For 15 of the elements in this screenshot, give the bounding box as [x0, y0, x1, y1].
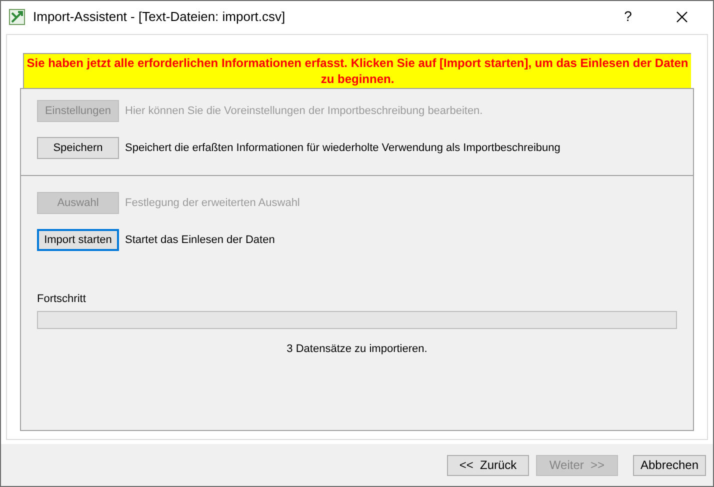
- description-text: Hier können Sie die Voreinstellungen der Importbeschreibung bearbeiten.: [125, 104, 483, 119]
- close-icon: [676, 10, 688, 22]
- action-button[interactable]: Import starten: [37, 229, 119, 251]
- help-button[interactable]: ?: [605, 2, 651, 32]
- nav-button[interactable]: << Zurück: [447, 454, 529, 476]
- description-text: Speichert die erfaßten Informationen für wiederholte Verwendung als Importbeschreibung: [125, 140, 560, 156]
- action-button[interactable]: Speichern: [37, 137, 119, 159]
- cancel-button[interactable]: Abbrechen: [633, 454, 706, 476]
- description-text: Festlegung der erweiterten Auswahl: [125, 196, 300, 211]
- info-banner: Sie haben jetzt alle erforderlichen Informationen erfasst. Klicken Sie auf [Import starten], um das Einlesen der Daten zu beginnen.: [23, 53, 691, 88]
- app-icon: [9, 8, 25, 24]
- window-title: Import-Assistent - [Text-Dateien: import.csv]: [33, 8, 286, 26]
- status-text: 3 Datensätze zu importieren.: [286, 342, 428, 356]
- progress-label: Fortschritt: [37, 292, 87, 307]
- description-text: Startet das Einlesen der Daten: [125, 232, 275, 248]
